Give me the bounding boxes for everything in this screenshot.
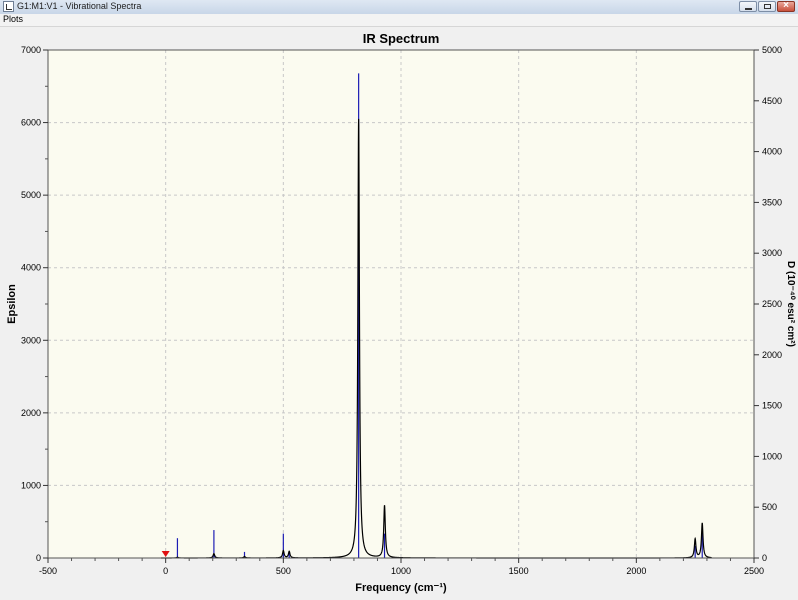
app-icon xyxy=(3,1,14,12)
close-icon: × xyxy=(783,0,789,11)
x-tick-label: 500 xyxy=(276,566,291,576)
minimize-icon xyxy=(745,8,752,10)
x-tick-label: 0 xyxy=(163,566,168,576)
y-left-tick-label: 6000 xyxy=(21,118,41,128)
menu-bar: Plots xyxy=(0,14,798,27)
y-axis-label-right: D (10⁻⁴⁰ esu² cm²) xyxy=(785,261,796,347)
x-tick-label: 2500 xyxy=(744,566,764,576)
chart-title: IR Spectrum xyxy=(363,31,440,46)
y-right-tick-label: 4000 xyxy=(762,147,782,157)
y-right-tick-label: 3500 xyxy=(762,197,782,207)
y-axis-label-left: Epsilon xyxy=(6,284,18,324)
y-right-tick-label: 500 xyxy=(762,502,777,512)
window-title: G1:M1:V1 - Vibrational Spectra xyxy=(17,1,142,11)
y-left-tick-label: 2000 xyxy=(21,408,41,418)
y-right-tick-label: 1000 xyxy=(762,451,782,461)
y-right-tick-label: 2000 xyxy=(762,350,782,360)
y-left-tick-label: 0 xyxy=(36,553,41,563)
maximize-button[interactable] xyxy=(758,1,776,12)
y-left-tick-label: 4000 xyxy=(21,263,41,273)
y-right-tick-label: 0 xyxy=(762,553,767,563)
y-right-tick-label: 5000 xyxy=(762,45,782,55)
x-tick-label: -500 xyxy=(39,566,57,576)
y-left-tick-label: 1000 xyxy=(21,480,41,490)
y-right-tick-label: 2500 xyxy=(762,299,782,309)
y-right-tick-label: 4500 xyxy=(762,96,782,106)
window-title-bar: G1:M1:V1 - Vibrational Spectra × xyxy=(0,0,798,15)
close-button[interactable]: × xyxy=(777,0,795,12)
y-left-tick-label: 7000 xyxy=(21,45,41,55)
x-tick-label: 2000 xyxy=(626,566,646,576)
ir-spectrum-chart: -500 0 500 1000 1500 2000 2500 0 1000 2000 3000 400… xyxy=(6,31,796,594)
minimize-button[interactable] xyxy=(739,1,757,12)
y-right-tick-label: 3000 xyxy=(762,248,782,258)
menu-plots[interactable]: Plots xyxy=(3,14,23,24)
y-left-tick-label: 3000 xyxy=(21,335,41,345)
x-tick-label: 1500 xyxy=(509,566,529,576)
maximize-icon xyxy=(764,4,771,9)
y-right-tick-label: 1500 xyxy=(762,401,782,411)
chart-area: -500 0 500 1000 1500 2000 2500 0 1000 2000 3000 400… xyxy=(0,27,798,600)
x-axis-label: Frequency (cm⁻¹) xyxy=(355,582,447,594)
y-left-tick-label: 5000 xyxy=(21,190,41,200)
x-tick-label: 1000 xyxy=(391,566,411,576)
